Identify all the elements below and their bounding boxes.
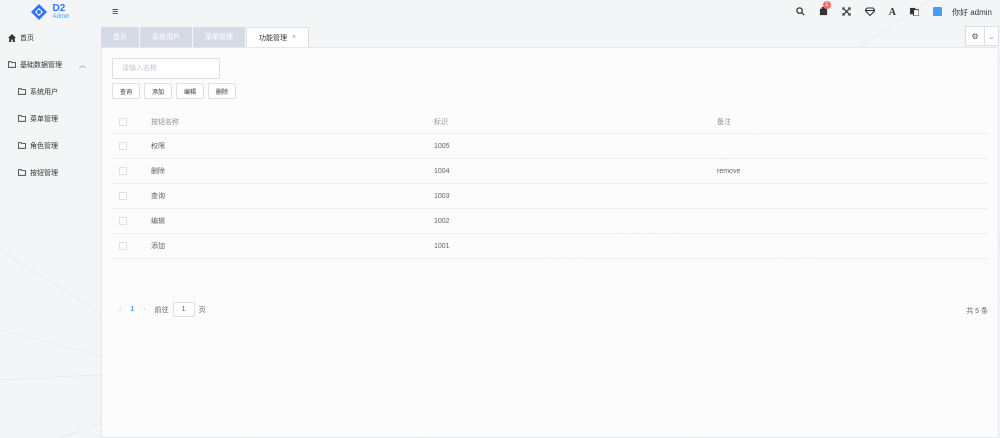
- table-row[interactable]: 编辑 1002: [112, 209, 988, 234]
- main-content: 首页 系统用户 菜单管理 功能管理 × ⚙ ⌄ 请输入名称 查询 添加 编辑 删…: [101, 26, 999, 438]
- home-icon: [8, 33, 16, 42]
- sidebar-item-button-management[interactable]: 按钮管理: [0, 159, 100, 186]
- font-size-icon[interactable]: A: [889, 7, 896, 18]
- row-checkbox[interactable]: [119, 167, 127, 175]
- folder-icon: [18, 115, 26, 122]
- goto-label: 前往: [154, 306, 169, 314]
- cell-code: 1003: [434, 192, 450, 200]
- row-checkbox[interactable]: [119, 217, 127, 225]
- user-menu[interactable]: 你好 admin: [952, 7, 992, 18]
- table-header: 按钮名称 标识 备注: [112, 110, 988, 134]
- tab-home[interactable]: 首页: [101, 27, 139, 47]
- page-number[interactable]: 1: [130, 306, 134, 313]
- logo-title: D2: [52, 3, 66, 14]
- cell-name: 查询: [151, 193, 165, 200]
- cell-code: 1002: [434, 217, 450, 225]
- sidebar-item-role-management[interactable]: 角色管理: [0, 132, 100, 159]
- data-table: 按钮名称 标识 备注 权限 1005 删除 1004 remove 查询 100…: [112, 110, 988, 259]
- sidebar-item-label: 基础数据管理: [20, 61, 62, 69]
- cell-remark: remove: [717, 167, 741, 175]
- tab-label: 功能管理: [259, 34, 287, 42]
- query-button[interactable]: 查询: [112, 83, 141, 99]
- tabs-controls: ⚙ ⌄: [965, 26, 999, 46]
- sidebar-item-label: 系统用户: [30, 88, 58, 96]
- page-suffix: 页: [198, 306, 206, 314]
- sidebar-item-home[interactable]: 首页: [0, 24, 100, 51]
- theme-icon[interactable]: [864, 6, 876, 18]
- page-jumper: 前往 1 页: [155, 302, 206, 317]
- cell-name: 权限: [151, 143, 165, 150]
- cell-code: 1005: [434, 142, 450, 150]
- delete-button[interactable]: 删除: [208, 83, 237, 99]
- tab-system-users[interactable]: 系统用户: [140, 27, 192, 47]
- close-icon[interactable]: ×: [292, 34, 296, 41]
- column-header-remark: 备注: [717, 118, 731, 126]
- column-header-code: 标识: [434, 118, 448, 126]
- total-count: 共 5 条: [966, 308, 988, 315]
- cell-name: 编辑: [151, 218, 165, 225]
- sidebar-item-label: 角色管理: [30, 142, 58, 150]
- page-tabs: 首页 系统用户 菜单管理 功能管理 × ⚙ ⌄: [101, 26, 999, 47]
- row-checkbox[interactable]: [119, 242, 127, 250]
- row-checkbox[interactable]: [119, 192, 127, 200]
- action-buttons: 查询 添加 编辑 删除: [112, 83, 237, 99]
- notification-badge: 1: [822, 0, 831, 9]
- tab-function-management[interactable]: 功能管理 ×: [246, 27, 310, 47]
- language-icon[interactable]: [909, 7, 920, 18]
- sidebar-item-label: 按钮管理: [30, 169, 58, 177]
- logo-icon: [31, 4, 48, 20]
- tab-label: 系统用户: [152, 34, 180, 41]
- folder-icon: [18, 169, 26, 176]
- folder-icon: [8, 61, 16, 68]
- sidebar-item-basic-data[interactable]: 基础数据管理 ︿: [0, 51, 100, 78]
- table-row[interactable]: 添加 1001: [112, 234, 988, 259]
- table-row[interactable]: 权限 1005: [112, 134, 988, 159]
- chevron-down-icon[interactable]: ⌄: [984, 27, 998, 45]
- sidebar-item-label: 首页: [20, 34, 34, 42]
- top-header: D2 Admin ≡ 1 A 你好 admin: [0, 0, 1000, 24]
- cell-name: 添加: [151, 243, 165, 250]
- goto-page-input[interactable]: 1: [172, 302, 195, 317]
- search-input[interactable]: 请输入名称: [112, 58, 220, 79]
- select-all-checkbox[interactable]: [119, 117, 127, 126]
- header-actions: 1 A 你好 admin: [796, 0, 992, 24]
- cell-code: 1001: [434, 242, 450, 250]
- add-button[interactable]: 添加: [144, 83, 173, 99]
- table-row[interactable]: 查询 1003: [112, 184, 988, 209]
- prev-page-button[interactable]: ‹: [119, 306, 121, 313]
- sidebar-item-label: 菜单管理: [30, 115, 58, 123]
- chevron-up-icon: ︿: [79, 61, 86, 69]
- sidebar: 首页 基础数据管理 ︿ 系统用户 菜单管理 角色管理 按钮管理: [0, 24, 100, 438]
- next-page-button[interactable]: ›: [143, 306, 145, 313]
- menu-toggle-icon[interactable]: ≡: [112, 6, 118, 18]
- tab-menu-management[interactable]: 菜单管理: [193, 27, 245, 47]
- row-checkbox[interactable]: [119, 142, 127, 150]
- edit-button[interactable]: 编辑: [176, 83, 205, 99]
- sidebar-item-system-users[interactable]: 系统用户: [0, 78, 100, 105]
- folder-icon: [18, 142, 26, 149]
- column-header-name: 按钮名称: [151, 118, 179, 126]
- color-picker-icon[interactable]: [932, 6, 942, 18]
- folder-icon: [18, 88, 26, 95]
- tab-label: 菜单管理: [205, 34, 233, 41]
- app-logo[interactable]: D2 Admin: [0, 0, 100, 24]
- search-icon[interactable]: [796, 6, 805, 18]
- tab-label: 首页: [113, 34, 127, 41]
- cell-code: 1004: [434, 167, 450, 175]
- fullscreen-icon[interactable]: [842, 6, 851, 18]
- content-panel: 请输入名称 查询 添加 编辑 删除 按钮名称 标识 备注 权限 1005 删除: [101, 47, 999, 438]
- sidebar-item-menu-management[interactable]: 菜单管理: [0, 105, 100, 132]
- table-row[interactable]: 删除 1004 remove: [112, 159, 988, 184]
- gear-icon[interactable]: ⚙: [966, 27, 984, 45]
- pagination: ‹ 1 › 前往 1 页: [119, 302, 206, 317]
- logo-subtitle: Admin: [52, 14, 70, 20]
- notification-icon[interactable]: 1: [819, 0, 831, 18]
- cell-name: 删除: [151, 168, 165, 175]
